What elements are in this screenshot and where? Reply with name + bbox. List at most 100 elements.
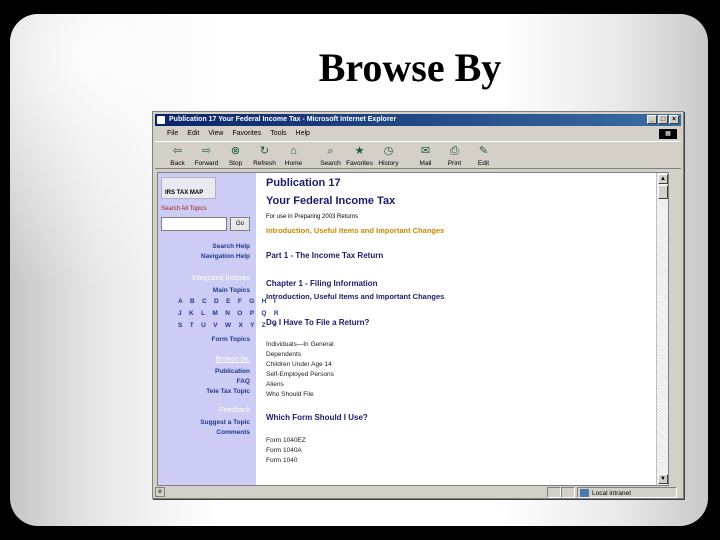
print-button[interactable]: ⎙ Print bbox=[440, 145, 469, 167]
form-topics-link[interactable]: Form Topics bbox=[211, 336, 250, 343]
forward-label: Forward bbox=[194, 160, 219, 167]
menu-edit[interactable]: Edit bbox=[187, 128, 199, 140]
toolbar: ⇦ Back ⇨ Forward ⊗ Stop ↻ Refresh ⌂ Home… bbox=[155, 141, 681, 169]
home-icon: ⌂ bbox=[290, 145, 297, 157]
mail-label: Mail bbox=[419, 160, 432, 167]
menu-favorites[interactable]: Favorites bbox=[232, 128, 261, 140]
search-go-button[interactable]: Go bbox=[230, 217, 250, 231]
navigation-help-link[interactable]: Navigation Help bbox=[201, 253, 250, 260]
back-button[interactable]: ⇦ Back bbox=[163, 145, 192, 167]
history-button[interactable]: ◷ History bbox=[374, 145, 403, 167]
status-segment bbox=[561, 487, 575, 498]
print-label: Print bbox=[447, 160, 462, 167]
q2-item[interactable]: Form 1040 bbox=[266, 457, 297, 464]
feedback-heading: Feedback bbox=[219, 407, 250, 414]
edit-label: Edit bbox=[477, 160, 490, 167]
forward-button[interactable]: ⇨ Forward bbox=[192, 145, 221, 167]
tele-tax-topic-link[interactable]: Tele Tax Topic bbox=[206, 388, 250, 395]
favorites-icon: ★ bbox=[354, 145, 365, 157]
left-nav-panel: IRS TAX MAP Search All Topics Go Search … bbox=[158, 173, 279, 485]
minimize-button[interactable]: _ bbox=[647, 115, 657, 124]
title-bar: Publication 17 Your Federal Income Tax -… bbox=[155, 114, 681, 126]
status-segment bbox=[547, 487, 561, 498]
q1-item[interactable]: Children Under Age 14 bbox=[266, 361, 332, 368]
stop-label: Stop bbox=[228, 160, 243, 167]
windows-logo-icon: ▦ bbox=[659, 129, 677, 139]
q1-item[interactable]: Who Should File bbox=[266, 391, 314, 398]
menu-view[interactable]: View bbox=[208, 128, 223, 140]
q1-item[interactable]: Individuals—In General bbox=[266, 341, 334, 348]
home-label: Home bbox=[284, 160, 303, 167]
main-topics-link[interactable]: Main Topics bbox=[213, 287, 250, 294]
intranet-zone-icon bbox=[580, 489, 589, 497]
back-arrow-icon: ⇦ bbox=[172, 145, 183, 157]
browser-window: Publication 17 Your Federal Income Tax -… bbox=[152, 111, 684, 499]
scroll-up-icon[interactable]: ▲ bbox=[658, 174, 668, 184]
security-zone: Local intranet bbox=[577, 487, 677, 498]
alpha-index-row-3[interactable]: S T U V W X Y Z # bbox=[178, 322, 280, 329]
mail-button[interactable]: ✉ Mail bbox=[411, 145, 440, 167]
menu-file[interactable]: File bbox=[167, 128, 178, 140]
which-form-heading[interactable]: Which Form Should I Use? bbox=[266, 413, 368, 422]
menu-bar: File Edit View Favorites Tools Help ▦ bbox=[155, 128, 681, 140]
refresh-button[interactable]: ↻ Refresh bbox=[250, 145, 279, 167]
stop-icon: ⊗ bbox=[230, 145, 241, 157]
refresh-label: Refresh bbox=[253, 160, 276, 167]
publication-subtitle: Your Federal Income Tax bbox=[266, 195, 396, 207]
print-icon: ⎙ bbox=[450, 145, 459, 157]
close-button[interactable]: × bbox=[669, 115, 679, 124]
q1-item[interactable]: Aliens bbox=[266, 381, 284, 388]
menu-help[interactable]: Help bbox=[296, 128, 310, 140]
faq-link[interactable]: FAQ bbox=[237, 378, 250, 385]
mail-icon: ✉ bbox=[420, 145, 431, 157]
refresh-icon: ↻ bbox=[259, 145, 270, 157]
page-content: IRS TAX MAP Search All Topics Go Search … bbox=[157, 172, 669, 486]
edit-icon: ✎ bbox=[478, 145, 489, 157]
ie-icon bbox=[157, 116, 165, 124]
publication-title: Publication 17 bbox=[266, 177, 341, 189]
scroll-thumb[interactable] bbox=[658, 185, 668, 199]
tax-year-note: For use in Preparing 2003 Returns bbox=[266, 214, 359, 220]
search-label: Search bbox=[320, 160, 341, 167]
irs-tax-map-logo[interactable]: IRS TAX MAP bbox=[161, 177, 216, 199]
do-i-have-to-file-heading[interactable]: Do I Have To File a Return? bbox=[266, 318, 369, 327]
status-bar: e Local intranet bbox=[155, 487, 681, 498]
edit-button[interactable]: ✎ Edit bbox=[469, 145, 498, 167]
intro-link[interactable]: Introduction, Useful Items and Important… bbox=[266, 226, 444, 235]
page-status-icon: e bbox=[155, 487, 165, 497]
q1-item[interactable]: Dependents bbox=[266, 351, 301, 358]
scroll-down-icon[interactable]: ▼ bbox=[658, 474, 668, 484]
history-icon: ◷ bbox=[383, 145, 394, 157]
forward-arrow-icon: ⇨ bbox=[201, 145, 212, 157]
window-title: Publication 17 Your Federal Income Tax -… bbox=[169, 116, 397, 123]
menu-tools[interactable]: Tools bbox=[270, 128, 286, 140]
chapter-1-heading[interactable]: Chapter 1 - Filing Information bbox=[266, 279, 378, 288]
search-topics-label: Search All Topics bbox=[161, 206, 207, 212]
part-1-heading[interactable]: Part 1 - The Income Tax Return bbox=[266, 251, 383, 260]
back-label: Back bbox=[170, 160, 185, 167]
favorites-button[interactable]: ★ Favorites bbox=[345, 145, 374, 167]
publication-link[interactable]: Publication bbox=[215, 368, 250, 375]
chapter-1-intro-link[interactable]: Introduction, Useful Items and Important… bbox=[266, 292, 444, 301]
logo-text: IRS TAX MAP bbox=[165, 190, 204, 196]
search-icon: ⌕ bbox=[327, 145, 334, 157]
slide-title: Browse By bbox=[318, 45, 502, 90]
favorites-label: Favorites bbox=[346, 160, 373, 167]
search-input[interactable] bbox=[161, 217, 227, 231]
comments-link[interactable]: Comments bbox=[216, 429, 250, 436]
maximize-button[interactable]: □ bbox=[658, 115, 668, 124]
q2-item[interactable]: Form 1040EZ bbox=[266, 437, 306, 444]
zone-label: Local intranet bbox=[592, 490, 632, 497]
q2-item[interactable]: Form 1040A bbox=[266, 447, 302, 454]
q1-item[interactable]: Self-Employed Persons bbox=[266, 371, 334, 378]
integrated-indexes-heading: Integrated Indexes bbox=[192, 275, 250, 282]
vertical-scrollbar[interactable]: ▲ ▼ bbox=[656, 173, 668, 485]
home-button[interactable]: ⌂ Home bbox=[279, 145, 308, 167]
suggest-topic-link[interactable]: Suggest a Topic bbox=[200, 419, 250, 426]
alpha-index-row-1[interactable]: A B C D E F G H I bbox=[178, 298, 278, 305]
stop-button[interactable]: ⊗ Stop bbox=[221, 145, 250, 167]
search-help-link[interactable]: Search Help bbox=[212, 243, 250, 250]
history-label: History bbox=[378, 160, 399, 167]
search-button[interactable]: ⌕ Search bbox=[316, 145, 345, 167]
browse-by-heading: Browse by: bbox=[215, 356, 250, 363]
